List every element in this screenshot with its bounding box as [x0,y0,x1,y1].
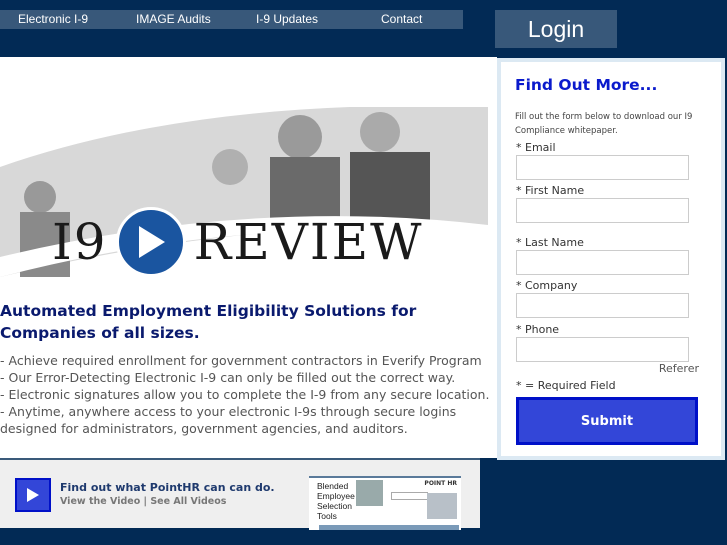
nav-i9-updates[interactable]: I-9 Updates [256,12,318,26]
feature-item: - Electronic signatures allow you to com… [0,387,490,402]
phone-label: * Phone [516,323,560,336]
play-icon [27,488,39,502]
first-name-label: * First Name [516,184,585,197]
feature-list: - Achieve required enrollment for govern… [0,352,490,437]
last-name-field[interactable] [516,250,689,275]
video-play-button[interactable] [15,478,51,512]
required-note: * = Required Field [516,379,616,392]
company-field[interactable] [516,293,689,318]
first-name-field[interactable] [516,198,689,223]
play-icon [115,207,186,277]
feature-item: - Anytime, anywhere access to your elect… [0,404,457,436]
phone-field[interactable] [516,337,689,362]
referer-label: Referer [658,362,699,375]
last-name-label: * Last Name [516,236,584,249]
video-links: View the Video | See All Videos [60,496,227,507]
nav-contact[interactable]: Contact [381,12,422,26]
all-videos-link[interactable]: See All Videos [150,496,226,507]
form-title: Find Out More... [515,76,658,94]
main-content: I9 REVIEW Automated Employment Eligibili… [0,57,497,458]
feature-item: - Achieve required enrollment for govern… [0,353,482,368]
email-field[interactable] [516,155,689,180]
view-video-link[interactable]: View the Video [60,496,140,507]
i9-review-logo: I9 REVIEW [52,207,423,277]
top-nav: Electronic I-9 IMAGE Audits I-9 Updates … [0,10,463,29]
headline: Automated Employment Eligibility Solutio… [0,302,417,342]
video-strip: Find out what PointHR can can do. View t… [0,458,480,530]
nav-electronic-i9[interactable]: Electronic I-9 [18,12,88,26]
submit-button[interactable]: Submit [516,397,698,445]
company-label: * Company [516,279,578,292]
login-button[interactable]: Login [495,10,617,48]
video-title: Find out what PointHR can can do. [60,481,275,494]
nav-image-audits[interactable]: IMAGE Audits [136,12,211,26]
feature-item: - Our Error-Detecting Electronic I-9 can… [0,370,456,385]
video-thumbnail[interactable]: Blended Employee Selection Tools POINT H… [309,476,461,530]
email-label: * Email [516,141,556,154]
form-description: Fill out the form below to download our … [515,112,693,136]
whitepaper-form-panel: Find Out More... Fill out the form below… [497,58,725,460]
thumb-brand: POINT HR [424,480,457,487]
banner-image: I9 REVIEW [0,107,488,277]
